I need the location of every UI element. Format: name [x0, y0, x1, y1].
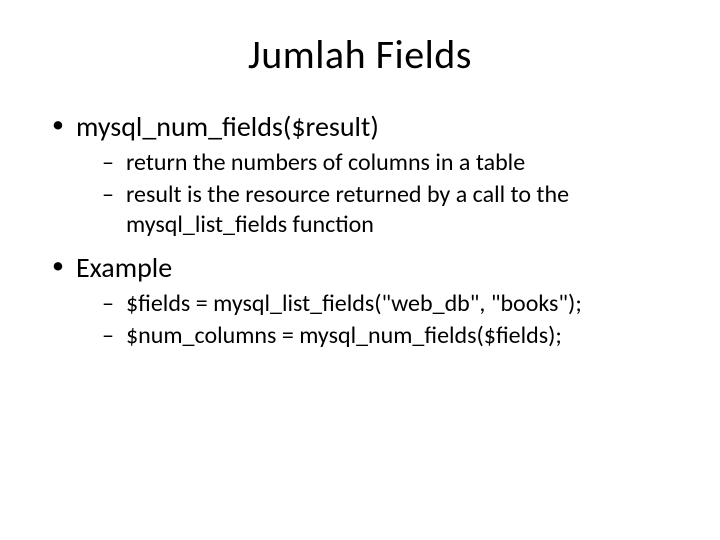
sub-bullet-item: result is the resource returned by a cal… — [102, 180, 680, 240]
sub-bullet-list: $fields = mysql_list_fields("web_db", "b… — [102, 289, 680, 351]
sub-bullet-item: return the numbers of columns in a table — [102, 148, 680, 178]
slide-title: Jumlah Fields — [40, 30, 680, 79]
bullet-list: mysql_num_fields($result) return the num… — [48, 109, 680, 351]
bullet-item: mysql_num_fields($result) return the num… — [48, 109, 680, 240]
bullet-item: Example $fields = mysql_list_fields("web… — [48, 250, 680, 351]
sub-bullet-list: return the numbers of columns in a table… — [102, 148, 680, 240]
sub-bullet-item: $fields = mysql_list_fields("web_db", "b… — [102, 289, 680, 319]
sub-bullet-item: $num_columns = mysql_num_fields($fields)… — [102, 321, 680, 351]
bullet-text: Example — [76, 250, 172, 285]
slide: Jumlah Fields mysql_num_fields($result) … — [0, 0, 720, 540]
bullet-text: mysql_num_fields($result) — [76, 109, 379, 144]
